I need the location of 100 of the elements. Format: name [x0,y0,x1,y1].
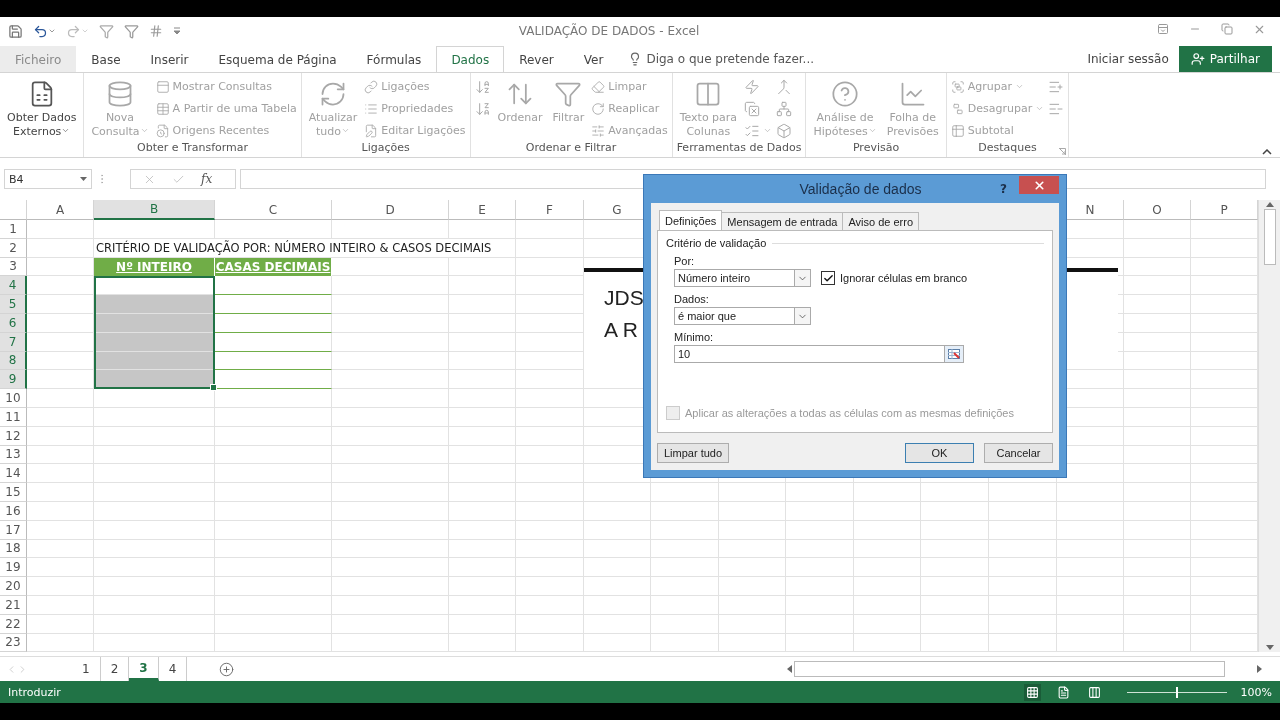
sheet-cell[interactable] [27,464,94,484]
dropdown-field[interactable]: Número inteiro [674,269,811,287]
filter-icon[interactable] [124,23,139,39]
customize-icon[interactable] [173,27,181,35]
tell-me-field[interactable]: Diga o que pretende fazer... [628,46,815,72]
row-header[interactable]: 5 [0,295,27,314]
sheet-cell[interactable] [921,558,989,578]
sheet-cell[interactable] [854,558,921,578]
scroll-right-icon[interactable] [1257,665,1262,674]
sheet-cell[interactable] [215,389,332,408]
sheet-cell[interactable] [449,276,516,296]
sheet-cell[interactable] [332,464,449,484]
sheet-cell[interactable] [449,370,516,390]
sheet-cell[interactable] [1057,483,1124,502]
sheet-cell[interactable] [332,389,449,408]
column-header[interactable]: E [449,200,516,220]
sheet-cell[interactable] [1124,483,1191,502]
redo-icon[interactable] [66,23,89,39]
sheet-cell[interactable] [989,483,1057,502]
sheet-cell[interactable] [516,464,584,484]
sheet-cell[interactable] [94,577,215,596]
sheet-cell[interactable] [27,483,94,502]
scroll-up-icon[interactable] [1265,202,1274,207]
sheet-cell[interactable] [449,558,516,578]
sheet-cell[interactable] [1124,276,1191,296]
sheet-cell[interactable] [215,464,332,484]
row-header[interactable]: 4 [0,276,27,296]
sheet-cell[interactable] [516,370,584,390]
vertical-scrollbar[interactable] [1258,200,1280,653]
sheet-cell[interactable] [786,577,854,596]
sheet-cell[interactable] [719,483,786,502]
sheet-cell[interactable] [332,220,449,239]
hash-icon[interactable] [149,24,163,38]
sheet-cell[interactable] [27,389,94,408]
zoom-slider-thumb[interactable] [1175,686,1178,698]
column-header[interactable]: O [1124,200,1191,220]
sheet-cell[interactable] [854,483,921,502]
select-all-corner[interactable] [0,200,27,220]
sheet-cell[interactable] [94,295,215,314]
collapse-ribbon-icon[interactable] [1262,149,1272,155]
sheet-cell[interactable] [94,483,215,502]
sheet-cell[interactable] [332,370,449,390]
sheet-cell[interactable] [449,389,516,408]
sheet-cell[interactable] [449,464,516,484]
sheet-cell[interactable] [215,577,332,596]
sheet-cell[interactable] [651,577,719,596]
sheet-cell[interactable] [1191,220,1258,239]
sheet-cell[interactable] [1191,276,1258,296]
sheet-cell[interactable] [332,577,449,596]
input-field[interactable]: 10 [674,345,964,363]
row-header[interactable]: 20 [0,577,27,596]
sheet-cell[interactable] [449,577,516,596]
sheet-cell[interactable] [94,464,215,484]
grid-icon[interactable] [1023,683,1041,701]
scroll-thumb[interactable] [1263,209,1276,266]
sheet-cell[interactable] [921,483,989,502]
sheet-cell[interactable] [1057,577,1124,596]
sheet-cell[interactable] [1124,370,1191,390]
checkbox[interactable]: Ignorar células em branco [821,271,968,285]
sheet-cell[interactable] [1191,295,1258,314]
dialog-button[interactable]: OK [905,443,974,463]
sheet-cell[interactable] [332,483,449,502]
sheet-cell[interactable] [584,577,651,596]
sheet-cell[interactable] [516,483,584,502]
scroll-down-icon[interactable] [1265,645,1274,651]
dialog-launcher-icon[interactable] [1059,148,1067,155]
sheet-cell[interactable] [584,558,651,578]
sheet-cell[interactable] [786,483,854,502]
sheet-cell[interactable] [449,483,516,502]
sheet-cell[interactable] [94,558,215,578]
insert-function-button[interactable]: fx [201,172,213,186]
column-header[interactable]: A [27,200,94,220]
name-box[interactable]: B4 [4,169,92,189]
sheet-cell[interactable] [27,558,94,578]
sheet-cell[interactable] [27,276,94,296]
sheet-cell[interactable] [516,558,584,578]
sheet-cell[interactable] [94,220,215,239]
sheet-cell[interactable] [1124,464,1191,484]
sheet-cell[interactable] [989,558,1057,578]
sheet-cell[interactable] [27,370,94,390]
sheet-cell[interactable] [1124,389,1191,408]
save-icon[interactable] [8,23,23,39]
sheet-cell[interactable] [215,558,332,578]
sheet-cell[interactable] [719,558,786,578]
row-header[interactable]: 10 [0,389,27,408]
sheet-cell[interactable] [1191,577,1258,596]
row-header[interactable]: 14 [0,464,27,484]
column-header[interactable]: B [94,200,215,220]
sheet-cell[interactable] [215,295,332,314]
sheet-cell[interactable] [1191,558,1258,578]
sheet-cell[interactable] [719,577,786,596]
sheet-cell[interactable] [332,558,449,578]
sheet-cell[interactable] [332,276,449,296]
sheet-cell[interactable] [1124,295,1191,314]
sheet-cell[interactable] [27,295,94,314]
ribbon-tab[interactable]: Dados [436,46,505,72]
sheet-cell[interactable] [332,295,449,314]
sheet-cell[interactable] [989,577,1057,596]
scroll-left-icon[interactable] [787,665,792,674]
sheet-cell[interactable] [449,295,516,314]
